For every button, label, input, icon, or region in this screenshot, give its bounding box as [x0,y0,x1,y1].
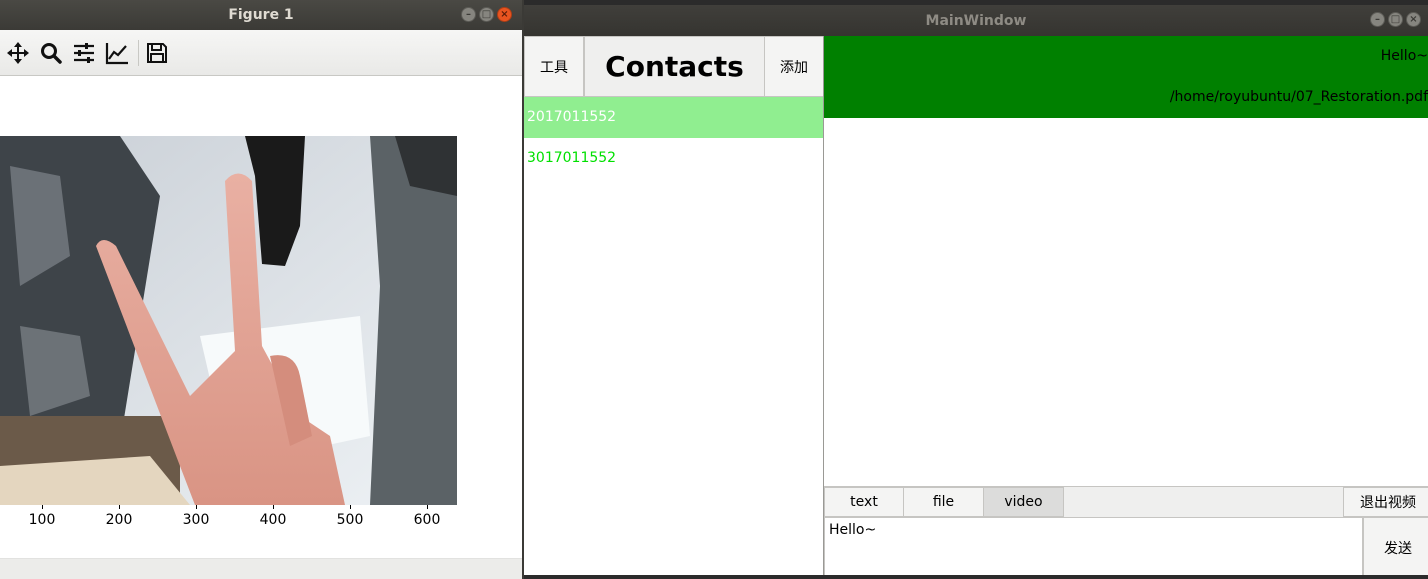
maximize-button[interactable]: □ [1388,12,1403,27]
x-tick-label: 400 [259,512,287,528]
move-icon[interactable] [6,41,30,65]
x-tick-label: 600 [413,512,441,528]
send-button[interactable]: 发送 [1363,517,1428,579]
tools-button[interactable]: 工具 [524,36,584,97]
x-tick [427,505,428,509]
edit-axes-icon[interactable] [105,41,129,65]
x-tick-label: 500 [336,512,364,528]
contacts-list[interactable]: 2017011552 3017011552 [524,97,823,575]
tab-text[interactable]: text [824,487,904,517]
zoom-icon[interactable] [39,41,63,65]
main-window: MainWindow – □ × 工具 Contacts 添加 20170115… [524,0,1428,579]
x-tick-label: 100 [28,512,56,528]
toolbar-separator [138,40,139,66]
x-tick [196,505,197,509]
file-path: /home/royubuntu/07_Restoration.pdf [1169,89,1428,105]
x-tick-label: 300 [182,512,210,528]
exit-video-button[interactable]: 退出视频 [1343,487,1428,517]
minimize-button[interactable]: – [1370,12,1385,27]
figure-title: Figure 1 [228,7,294,23]
figure-titlebar[interactable]: Figure 1 – □ × [0,0,522,30]
figure-statusbar [0,558,522,579]
tab-video[interactable]: video [983,487,1064,517]
window-border [524,575,1428,579]
minimize-button[interactable]: – [461,7,476,22]
x-tick [273,505,274,509]
close-button[interactable]: × [1406,12,1421,27]
last-message: Hello~ [1380,48,1428,64]
chat-area[interactable] [824,118,1428,486]
maximize-button[interactable]: □ [479,7,494,22]
contact-item-selected[interactable]: 2017011552 [524,97,823,138]
x-tick-label: 200 [105,512,133,528]
save-icon[interactable] [145,41,169,65]
message-input[interactable]: Hello~ [824,517,1363,579]
tab-file[interactable]: file [903,487,984,517]
close-button[interactable]: × [497,7,512,22]
x-tick [42,505,43,509]
contact-item[interactable]: 3017011552 [524,138,823,166]
x-tick [119,505,120,509]
figure-window: Figure 1 – □ × 100 200 300 400 500 600 [0,0,522,579]
main-title: MainWindow [925,12,1027,29]
figure-toolbar [0,30,522,76]
contacts-title: Contacts [584,36,765,97]
figure-canvas[interactable]: 100 200 300 400 500 600 [0,76,522,558]
x-tick [350,505,351,509]
webcam-image [0,136,457,505]
main-titlebar[interactable]: MainWindow – □ × [524,5,1428,36]
configure-subplots-icon[interactable] [72,41,96,65]
chat-header: Hello~ /home/royubuntu/07_Restoration.pd… [824,36,1428,118]
message-type-tabs: text file video 退出视频 [824,486,1428,517]
add-button[interactable]: 添加 [764,36,824,97]
